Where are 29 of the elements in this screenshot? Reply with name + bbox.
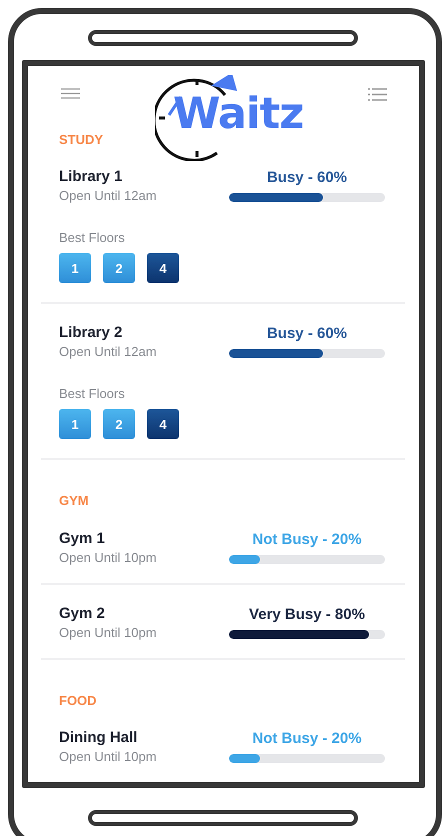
list-icon[interactable] [368, 88, 387, 101]
best-floors-label: Best Floors [59, 385, 126, 403]
floor-button[interactable]: 1 [59, 253, 91, 283]
section-title: FOOD [58, 692, 98, 710]
floor-button[interactable]: 1 [59, 409, 91, 439]
opening-hours: Open Until 10pm [59, 624, 157, 642]
place-name: Gym 1 [59, 529, 106, 548]
floor-button[interactable]: 4 [147, 253, 179, 283]
menu-icon[interactable] [61, 88, 80, 99]
section-title: STUDY [58, 131, 104, 149]
logo-text: Waitz [173, 89, 304, 139]
section-title: GYM [58, 492, 90, 510]
floor-button[interactable]: 4 [147, 409, 179, 439]
opening-hours: Open Until 10pm [59, 748, 157, 766]
place-name: Library 2 [59, 323, 124, 342]
opening-hours: Open Until 12am [59, 343, 157, 361]
place-name: Dining Hall [59, 728, 138, 747]
place-name: Gym 2 [59, 604, 106, 623]
place-name: Library 1 [59, 167, 124, 186]
busyness-label: Not Busy - 20% [252, 729, 362, 749]
busyness-label: Not Busy - 20% [252, 530, 362, 550]
opening-hours: Open Until 12am [59, 187, 157, 205]
busyness-label: Busy - 60% [266, 324, 348, 344]
floor-button[interactable]: 2 [103, 409, 135, 439]
busyness-label: Very Busy - 80% [249, 605, 365, 625]
best-floors-label: Best Floors [59, 229, 126, 247]
floor-button[interactable]: 2 [103, 253, 135, 283]
busyness-label: Busy - 60% [266, 168, 348, 188]
opening-hours: Open Until 10pm [59, 549, 157, 567]
